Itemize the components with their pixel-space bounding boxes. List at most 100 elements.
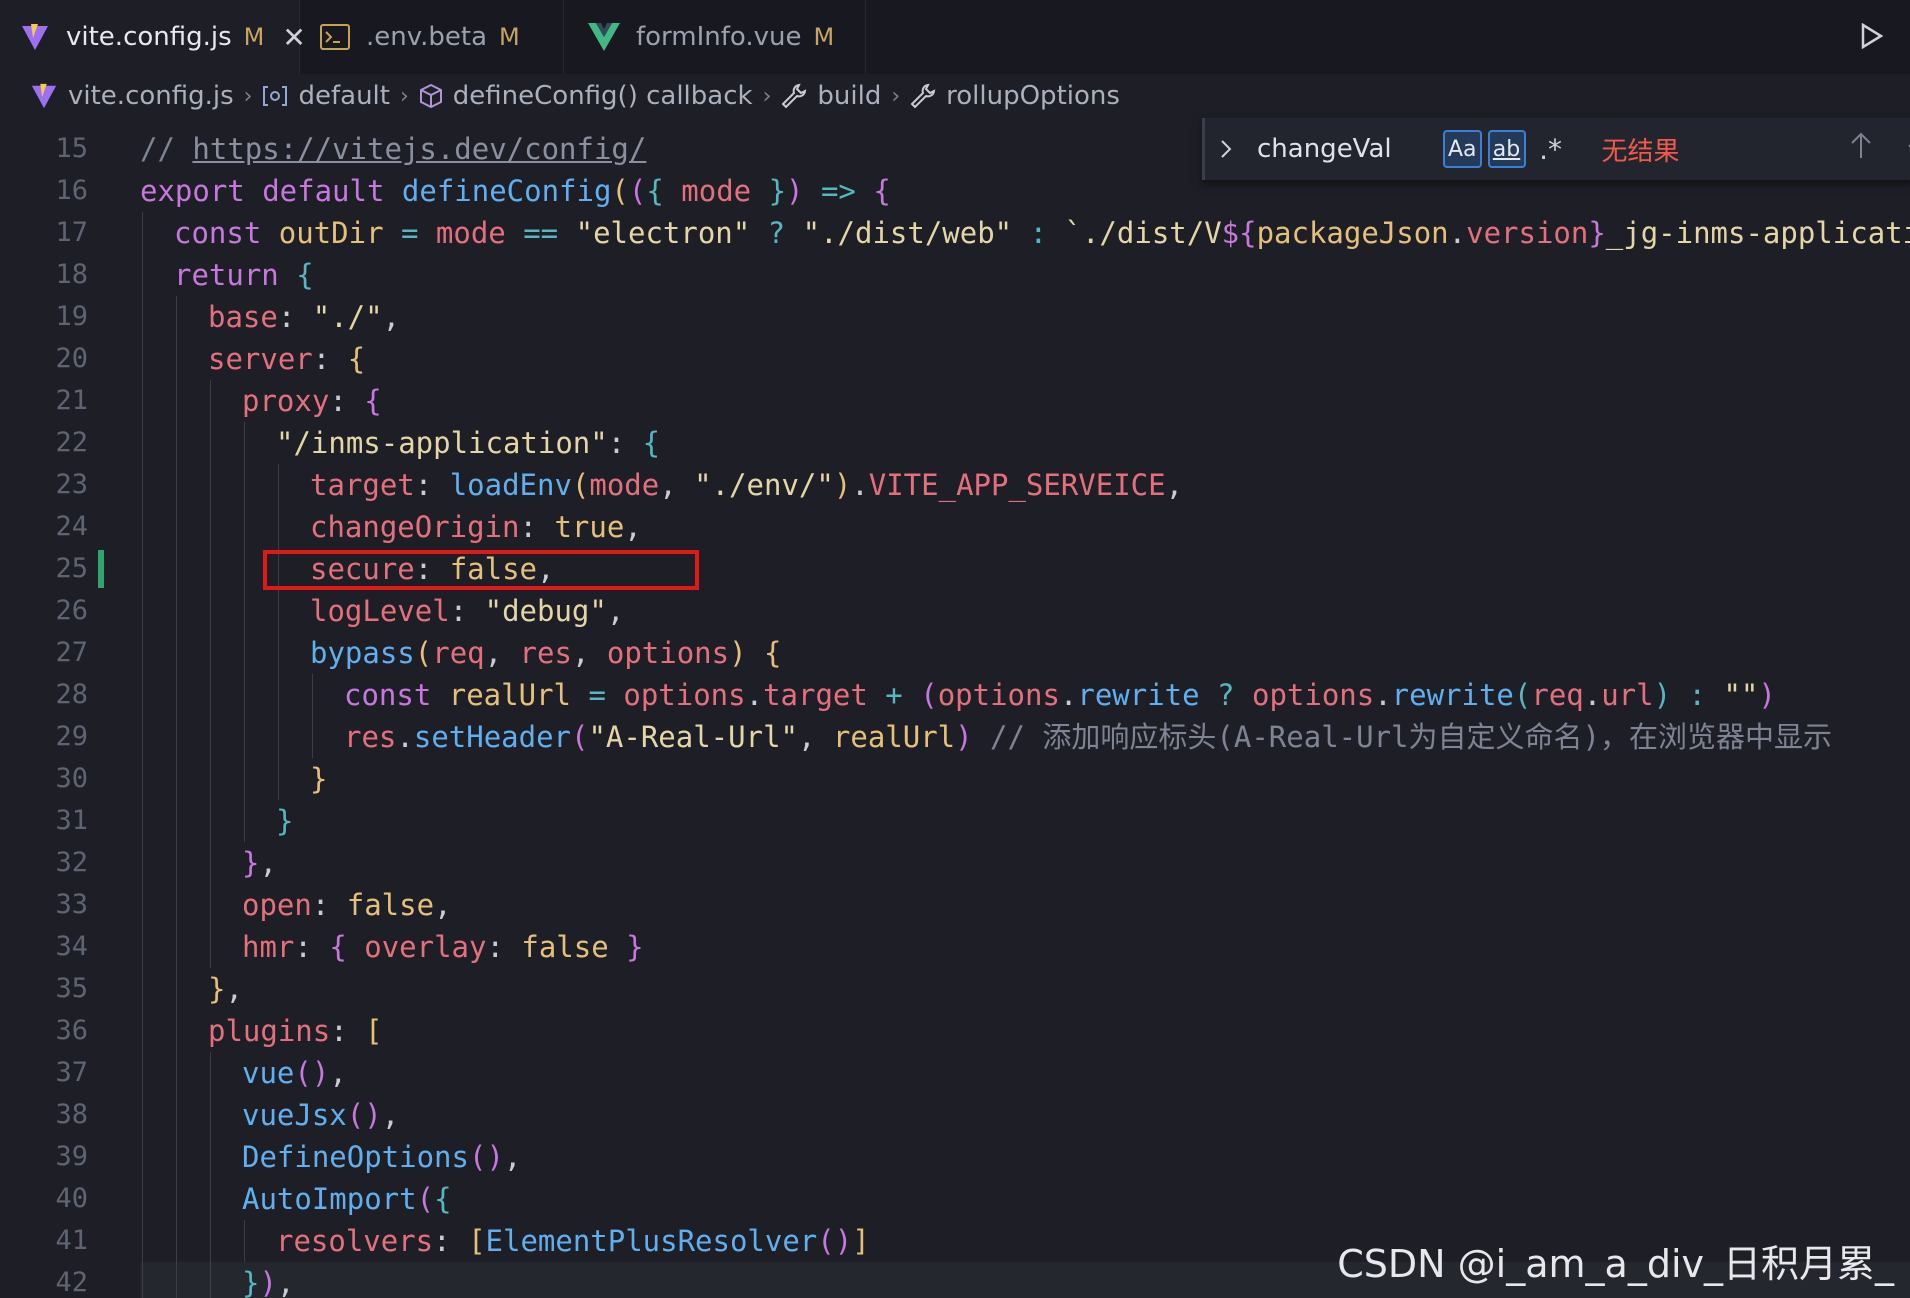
breadcrumb-callback[interactable]: defineConfig() callback — [419, 81, 753, 111]
code-line[interactable]: 18 return { — [0, 254, 1910, 296]
code-token: `./dist/V — [1064, 216, 1222, 250]
tab-forminfo-vue[interactable]: formInfo.vue M — [564, 0, 866, 74]
code-token: resolvers — [276, 1224, 434, 1258]
indent-guide — [142, 464, 143, 506]
code-line[interactable]: 34 hmr: { overlay: false } — [0, 926, 1910, 968]
find-input[interactable]: changeVal — [1257, 134, 1443, 164]
code-line[interactable]: 27 bypass(req, res, options) { — [0, 632, 1910, 674]
code-line[interactable]: 32}, — [0, 842, 1910, 884]
breadcrumb-default[interactable]: default — [262, 81, 390, 111]
code-token: req — [1531, 678, 1584, 712]
whole-word-toggle[interactable]: ab — [1487, 130, 1526, 168]
chevron-right-icon[interactable] — [1219, 138, 1233, 160]
code-text: base: "./", — [208, 296, 400, 338]
code-token: realUrl — [448, 678, 571, 712]
code-text: }, — [242, 842, 277, 884]
gutter-modified-marker — [98, 550, 104, 588]
code-token: ] — [852, 1224, 870, 1258]
code-token: , — [571, 636, 607, 670]
regex-toggle[interactable]: .* — [1532, 130, 1570, 168]
breadcrumb-rollupoptions[interactable]: rollupOptions — [910, 81, 1120, 111]
code-token: : — [414, 468, 450, 502]
code-token: ( — [920, 678, 938, 712]
code-line[interactable]: 26 logLevel: "debug", — [0, 590, 1910, 632]
code-text: plugins: [ — [208, 1010, 383, 1052]
code-line[interactable]: 33 open: false, — [0, 884, 1910, 926]
code-token: . — [396, 720, 414, 754]
code-text: } — [310, 758, 327, 800]
code-token: } — [310, 762, 328, 796]
code-text: open: false, — [242, 884, 452, 926]
code-token: , — [381, 1098, 400, 1132]
breadcrumb-file[interactable]: vite.config.js — [30, 81, 234, 111]
line-number: 34 — [55, 931, 88, 962]
code-token: ) — [259, 1266, 277, 1298]
code-line[interactable]: 24 changeOrigin: true, — [0, 506, 1910, 548]
code-text: return { — [174, 254, 314, 296]
code-line[interactable]: 22 "/inms-application": { — [0, 422, 1910, 464]
code-token: vue — [242, 1056, 295, 1090]
line-number: 18 — [55, 259, 88, 290]
code-line[interactable]: 29 res.setHeader("A-Real-Url", realUrl) /… — [0, 716, 1910, 758]
indent-guide — [176, 338, 177, 380]
modified-badge: M — [499, 23, 520, 51]
indent-guide — [176, 968, 177, 1010]
code-line[interactable]: 19 base: "./", — [0, 296, 1910, 338]
breadcrumb-label: rollupOptions — [946, 81, 1120, 111]
indent-guide — [278, 590, 279, 632]
code-line[interactable]: 37 vue(), — [0, 1052, 1910, 1094]
code-token: _jg-inms-application- — [1605, 216, 1910, 250]
run-icon[interactable] — [1860, 22, 1884, 54]
indent-guide — [176, 296, 177, 338]
indent-guide — [176, 716, 177, 758]
find-result-status: 无结果 — [1601, 136, 1680, 167]
code-editor[interactable]: 15 // https://vitejs.dev/config/16 export … — [0, 128, 1910, 1298]
cube-icon — [419, 83, 443, 109]
code-token: { — [746, 636, 782, 670]
code-line[interactable]: 35}, — [0, 968, 1910, 1010]
code-line[interactable]: 23 target: loadEnv(mode, "./env/").VITE_A… — [0, 464, 1910, 506]
line-number: 40 — [55, 1183, 88, 1214]
line-number: 27 — [55, 637, 88, 668]
indent-guide — [142, 758, 143, 800]
indent-guide — [210, 1094, 211, 1136]
code-line[interactable]: 38 vueJsx(), — [0, 1094, 1910, 1136]
indent-guide — [244, 716, 245, 758]
code-token: [ — [365, 1014, 383, 1048]
code-token: ( — [571, 720, 589, 754]
code-token: "./" — [312, 300, 383, 334]
indent-guide — [210, 632, 211, 674]
code-token: , — [659, 468, 695, 502]
code-line[interactable]: 36 plugins: [ — [0, 1010, 1910, 1052]
code-line[interactable]: 30} — [0, 758, 1910, 800]
code-line[interactable]: 17 const outDir = mode == "electron" ? ".… — [0, 212, 1910, 254]
line-number: 23 — [55, 469, 88, 500]
code-token: packageJson — [1256, 216, 1449, 250]
code-token: , — [434, 888, 452, 922]
code-line[interactable]: 20 server: { — [0, 338, 1910, 380]
code-token: ) — [729, 636, 747, 670]
highlight-box — [263, 550, 699, 590]
code-line[interactable]: 39 DefineOptions(), — [0, 1136, 1910, 1178]
code-line[interactable]: 40 AutoImport({ — [0, 1178, 1910, 1220]
code-line[interactable]: 28 const realUrl = options.target + (opti… — [0, 674, 1910, 716]
line-number: 20 — [55, 343, 88, 374]
code-token: : — [311, 888, 347, 922]
arrow-up-icon[interactable] — [1849, 130, 1873, 167]
tab-vite-config[interactable]: vite.config.js M ✕ — [0, 0, 306, 74]
tab-env-beta[interactable]: .env.beta M — [300, 0, 564, 74]
code-line[interactable]: 31} — [0, 800, 1910, 842]
breadcrumb-build[interactable]: build — [781, 81, 881, 111]
match-case-toggle[interactable]: Aa — [1443, 130, 1482, 168]
indent-guide — [176, 464, 177, 506]
indent-guide — [244, 464, 245, 506]
indent-guide — [210, 800, 211, 842]
code-token: [ — [468, 1224, 486, 1258]
indent-guide — [142, 632, 143, 674]
code-token: version — [1466, 216, 1589, 250]
code-line[interactable]: 21 proxy: { — [0, 380, 1910, 422]
indent-guide — [142, 674, 143, 716]
code-token: : — [607, 426, 643, 460]
code-token: changeOrigin — [310, 510, 520, 544]
line-number: 19 — [55, 301, 88, 332]
